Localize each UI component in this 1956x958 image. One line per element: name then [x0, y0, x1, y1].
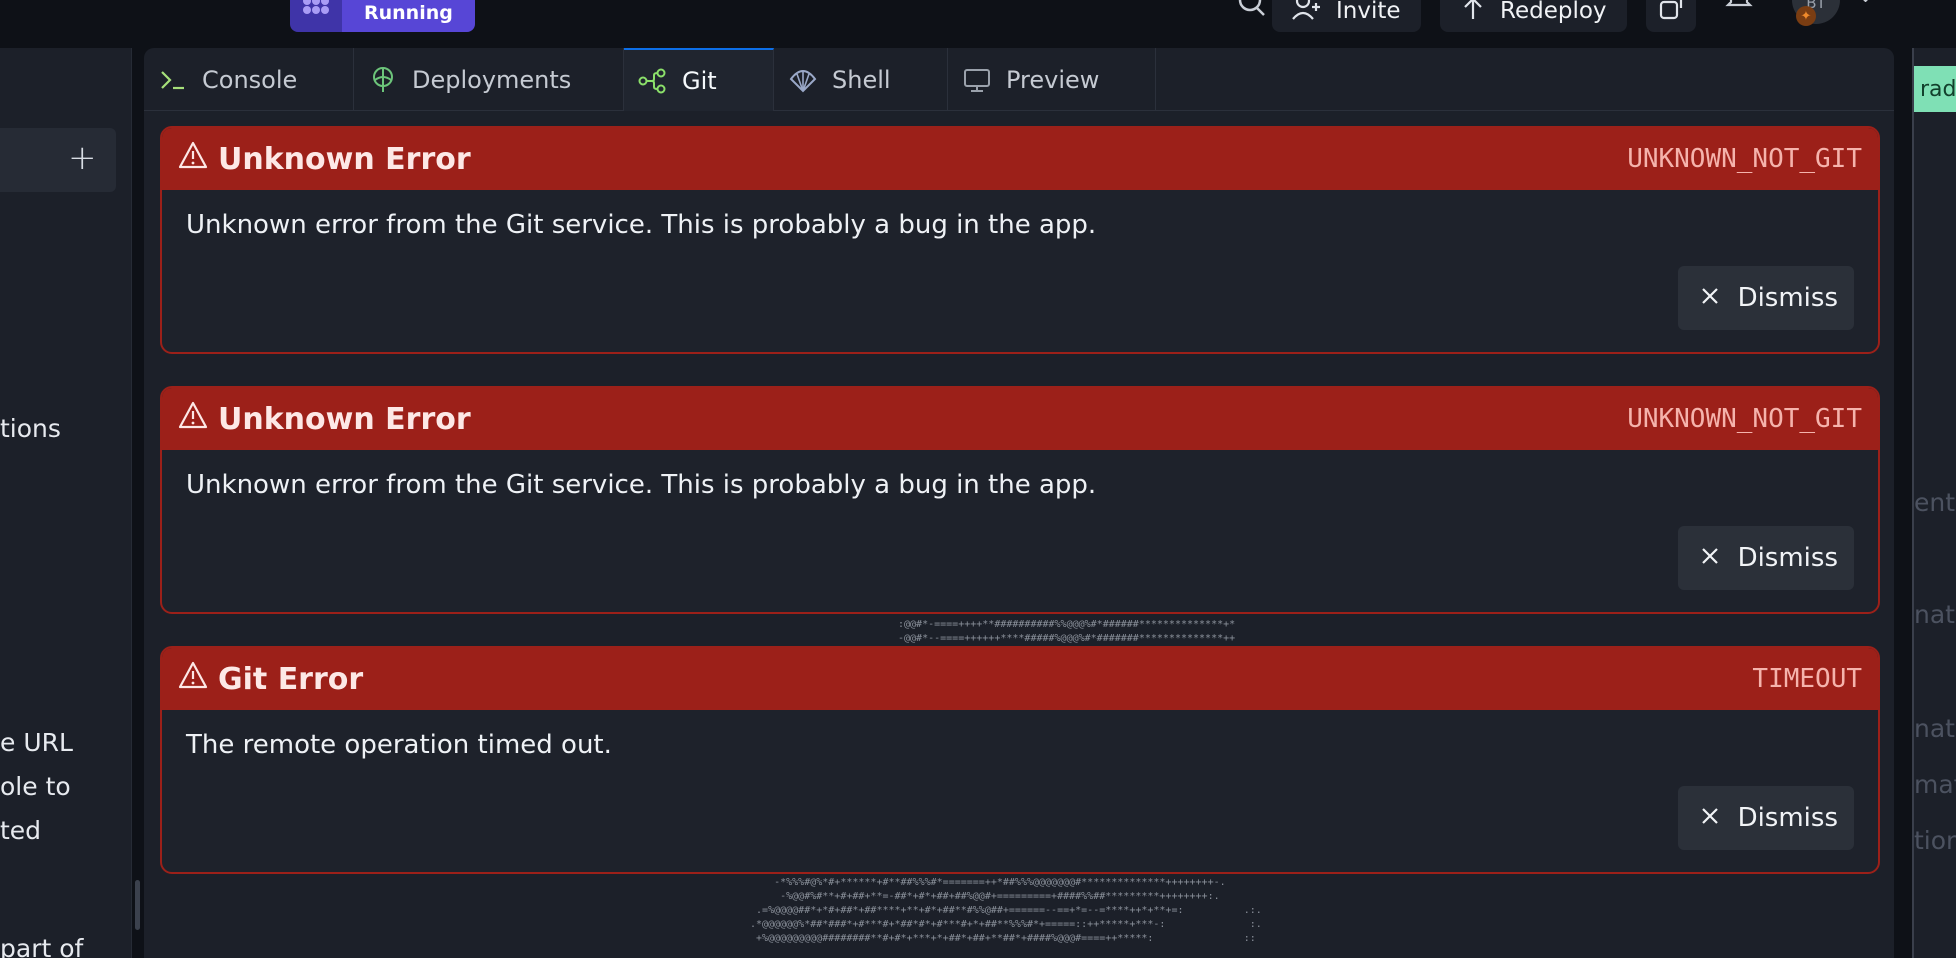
- error-card: Git Error TIMEOUT The remote operation t…: [160, 646, 1880, 874]
- redeploy-button[interactable]: Redeploy: [1440, 0, 1627, 32]
- sidebar-resize-handle[interactable]: [135, 880, 140, 930]
- right-panel-text: natio: [1914, 714, 1956, 743]
- error-title: Unknown Error: [218, 141, 471, 177]
- close-icon: [1700, 803, 1720, 833]
- tab-label: Console: [202, 65, 298, 94]
- dismiss-label: Dismiss: [1737, 543, 1838, 573]
- error-header: Unknown Error UNKNOWN_NOT_GIT: [162, 388, 1878, 450]
- git-pane: :@@#*-====++++**##########%%@@@%#*######…: [144, 112, 1894, 958]
- right-panel-text: tion: [1914, 826, 1956, 855]
- run-status-button[interactable]: Running: [342, 0, 475, 32]
- monitor-icon: [962, 67, 992, 93]
- error-message: Unknown error from the Git service. This…: [186, 210, 1097, 240]
- ascii-art-bottom: .:*@@##*+*+#%@%#%#-:..-+=-=+*****#%%@@@@…: [750, 863, 1262, 944]
- tab-label: Shell: [832, 65, 891, 94]
- dismiss-button[interactable]: Dismiss: [1677, 786, 1854, 850]
- bell-icon[interactable]: [1724, 0, 1754, 26]
- tab-deployments[interactable]: Deployments: [354, 48, 624, 111]
- tab-preview[interactable]: Preview: [948, 48, 1156, 111]
- error-card: Unknown Error UNKNOWN_NOT_GIT Unknown er…: [160, 126, 1880, 354]
- tab-label: Git: [682, 66, 717, 95]
- external-link-icon: [1658, 0, 1684, 27]
- terminal-icon: [158, 69, 188, 91]
- right-panel-text: mat: [1914, 770, 1956, 799]
- run-logo-icon[interactable]: [290, 0, 342, 32]
- error-card: Unknown Error UNKNOWN_NOT_GIT Unknown er…: [160, 386, 1880, 614]
- plus-icon[interactable]: +: [68, 138, 97, 178]
- search-icon[interactable]: [1236, 0, 1268, 28]
- run-control[interactable]: Running: [290, 0, 475, 32]
- dismiss-label: Dismiss: [1737, 803, 1838, 833]
- close-icon: [1700, 283, 1720, 313]
- top-bar: Running Invite Redeploy BT ✦ ⌄: [0, 0, 1910, 40]
- ascii-art-top: :@@#*-====++++**##########%%@@@%#*######…: [898, 619, 1236, 644]
- sidebar-new-row[interactable]: [0, 128, 116, 192]
- redeploy-icon: [1460, 0, 1486, 27]
- warning-icon: [178, 661, 208, 697]
- error-code: UNKNOWN_NOT_GIT: [1627, 404, 1862, 434]
- dismiss-button[interactable]: Dismiss: [1677, 266, 1854, 330]
- error-title: Unknown Error: [218, 401, 471, 437]
- error-title: Git Error: [218, 661, 364, 697]
- tab-git[interactable]: Git: [624, 48, 774, 111]
- dismiss-button[interactable]: Dismiss: [1677, 526, 1854, 590]
- invite-button[interactable]: Invite: [1272, 0, 1421, 32]
- sidebar-text: e URL: [0, 728, 73, 757]
- error-header: Git Error TIMEOUT: [162, 648, 1878, 710]
- external-link-button[interactable]: [1646, 0, 1696, 32]
- invite-label: Invite: [1336, 0, 1401, 24]
- upgrade-button[interactable]: rade: [1914, 66, 1956, 112]
- tab-label: Deployments: [412, 65, 572, 94]
- tab-bar: Console Deployments Git Shell Preview: [144, 48, 1894, 111]
- sidebar-text: tions: [0, 414, 61, 443]
- right-panel: rade ent natio natio mat tion: [1912, 48, 1956, 958]
- sidebar-text: ted: [0, 816, 42, 845]
- error-code: TIMEOUT: [1752, 664, 1862, 694]
- tab-console[interactable]: Console: [144, 48, 354, 111]
- app-window: Running Invite Redeploy BT ✦ ⌄: [0, 0, 1956, 958]
- user-add-icon: [1292, 0, 1322, 27]
- error-message: The remote operation timed out.: [186, 730, 612, 760]
- chevron-down-icon[interactable]: ⌄: [1858, 0, 1873, 7]
- redeploy-label: Redeploy: [1500, 0, 1607, 24]
- dismiss-label: Dismiss: [1737, 283, 1838, 313]
- sidebar-text: ole to: [0, 772, 71, 801]
- avatar-badge-icon: ✦: [1796, 6, 1816, 26]
- workspace-panel: Console Deployments Git Shell Preview:@…: [144, 48, 1894, 958]
- git-icon: [638, 66, 668, 96]
- right-panel-text: natio: [1914, 600, 1956, 629]
- shell-icon: [788, 67, 818, 93]
- sidebar-text: part of: [0, 934, 84, 958]
- error-header: Unknown Error UNKNOWN_NOT_GIT: [162, 128, 1878, 190]
- deployments-icon: [368, 66, 398, 94]
- warning-icon: [178, 141, 208, 177]
- right-panel-text: ent: [1914, 488, 1956, 517]
- warning-icon: [178, 401, 208, 437]
- close-icon: [1700, 543, 1720, 573]
- top-right-corner: [1910, 0, 1956, 48]
- error-message: Unknown error from the Git service. This…: [186, 470, 1097, 500]
- tab-shell[interactable]: Shell: [774, 48, 948, 111]
- left-sidebar: + tions e URL ole to ted part of: [0, 48, 140, 958]
- error-code: UNKNOWN_NOT_GIT: [1627, 144, 1862, 174]
- tab-label: Preview: [1006, 65, 1100, 94]
